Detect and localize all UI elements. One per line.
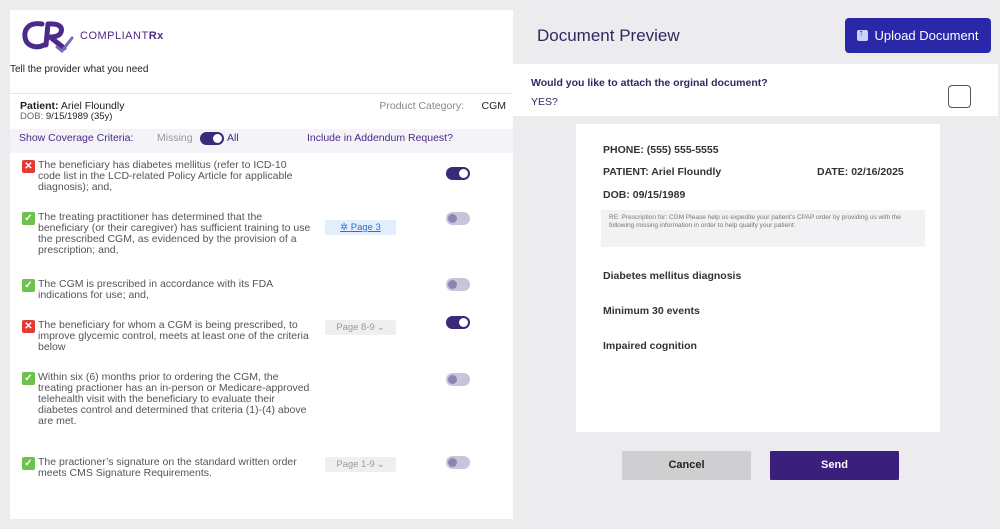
attach-question: Would you like to attach the orginal doc… [531, 77, 768, 89]
include-toggle[interactable] [446, 316, 470, 329]
attach-original-box [513, 64, 998, 116]
brand-name: COMPLIANTRx [80, 30, 164, 42]
chevron-down-icon: ⌄ [376, 322, 385, 333]
check-icon: ✓ [22, 212, 35, 225]
product-category-value: CGM [481, 100, 507, 112]
criterion-item: ✓ The treating practitioner has determin… [22, 212, 312, 256]
check-icon: ✓ [22, 279, 35, 292]
criterion-item: ✓ The practioner’s signature on the stan… [22, 457, 312, 479]
criterion-text: The beneficiary has diabetes mellitus (r… [38, 159, 293, 193]
upload-document-button[interactable]: Upload Document [845, 18, 991, 53]
patient-dob: DOB: 9/15/1989 (35y) [20, 111, 113, 122]
product-category-label: Product Category: [379, 100, 464, 112]
coverage-all-label: All [227, 132, 239, 144]
attach-answer: YES? [531, 96, 558, 108]
include-toggle[interactable] [446, 278, 470, 291]
logo: COMPLIANTRx [20, 18, 164, 54]
include-addendum-label: Include in Addendum Request? [307, 132, 453, 144]
request-heading: Tell the provider what you need [10, 64, 149, 75]
divider [10, 93, 513, 94]
coverage-bar: Show Coverage Criteria: Missing All Incl… [10, 129, 513, 153]
criterion-text: The treating practitioner has determined… [38, 211, 311, 256]
criterion-item: ✕ The beneficiary has diabetes mellitus … [22, 160, 312, 193]
x-icon: ✕ [22, 160, 35, 173]
criterion-text: The beneficiary for whom a CGM is being … [38, 319, 309, 353]
preview-item: Diabetes mellitus diagnosis [603, 270, 742, 282]
criterion-text: The CGM is prescribed in accordance with… [38, 278, 273, 301]
page-dropdown[interactable]: Page 8-9 ⌄ [325, 320, 396, 335]
criterion-text: The practioner’s signature on the standa… [38, 456, 297, 479]
chevron-down-icon: ⌄ [376, 459, 385, 470]
preview-item: Minimum 30 events [603, 305, 700, 317]
preview-patient: PATIENT: Ariel Floundly [603, 166, 722, 178]
preview-date: DATE: 02/16/2025 [817, 166, 904, 178]
request-panel [10, 10, 513, 519]
coverage-label: Show Coverage Criteria: [19, 132, 134, 144]
x-icon: ✕ [22, 320, 35, 333]
puzzle-icon: ✲ [340, 222, 349, 233]
logo-icon [22, 21, 74, 54]
send-button[interactable]: Send [770, 451, 899, 480]
include-toggle[interactable] [446, 456, 470, 469]
preview-note: RE: Prescription for: CGM Please help us… [601, 210, 925, 247]
page-dropdown[interactable]: Page 1-9 ⌄ [325, 457, 396, 472]
preview-item: Impaired cognition [603, 340, 697, 352]
coverage-toggle[interactable] [200, 132, 224, 145]
preview-phone: PHONE: (555) 555-5555 [603, 144, 719, 156]
attach-checkbox[interactable] [948, 85, 971, 108]
page-link-button[interactable]: ✲ Page 3 [325, 220, 396, 235]
include-toggle[interactable] [446, 212, 470, 225]
preview-dob: DOB: 09/15/1989 [603, 189, 686, 201]
upload-icon [857, 28, 869, 41]
criterion-item: ✓ The CGM is prescribed in accordance wi… [22, 279, 312, 301]
include-toggle[interactable] [446, 167, 470, 180]
coverage-missing-label: Missing [157, 132, 193, 144]
criterion-text: Within six (6) months prior to ordering … [38, 371, 310, 427]
criterion-item: ✕ The beneficiary for whom a CGM is bein… [22, 320, 312, 353]
check-icon: ✓ [22, 372, 35, 385]
cancel-button[interactable]: Cancel [622, 451, 751, 480]
preview-title: Document Preview [537, 26, 680, 45]
criterion-item: ✓ Within six (6) months prior to orderin… [22, 372, 312, 427]
include-toggle[interactable] [446, 373, 470, 386]
check-icon: ✓ [22, 457, 35, 470]
